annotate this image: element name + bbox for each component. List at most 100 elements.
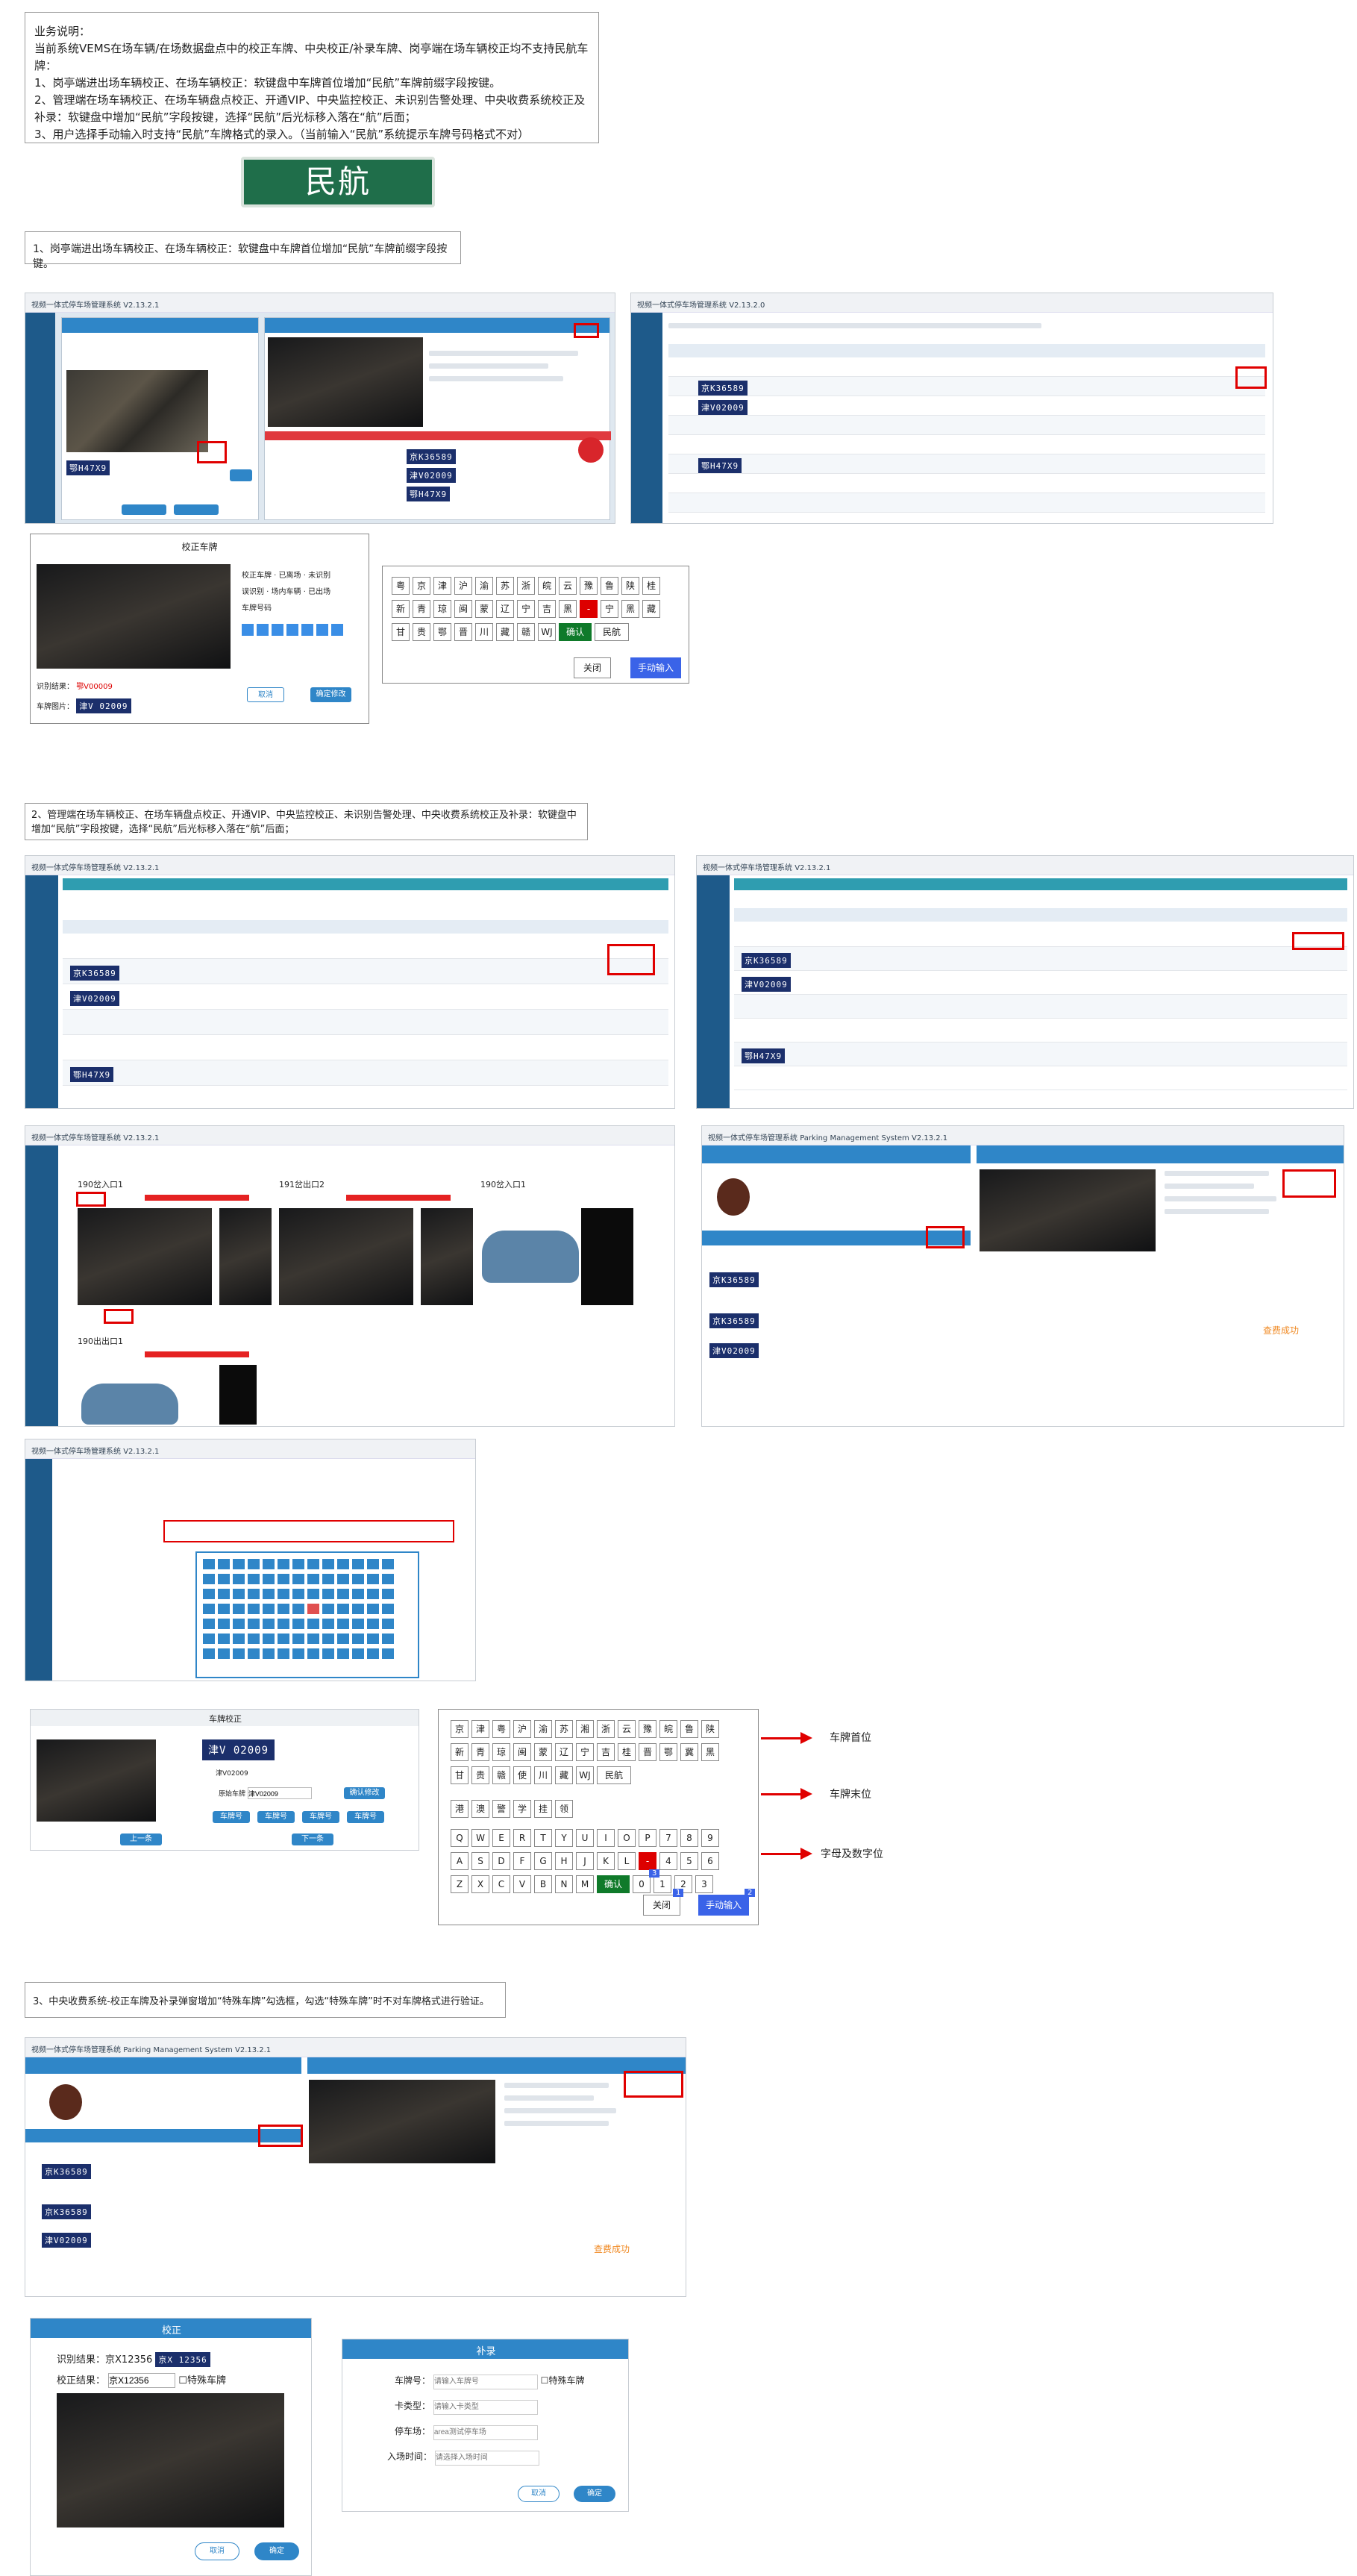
key-button[interactable]: 皖	[659, 1720, 677, 1738]
key-button[interactable]: 浙	[597, 1720, 615, 1738]
card-type-input[interactable]	[433, 2399, 538, 2415]
key-button[interactable]	[218, 1619, 230, 1629]
key-button[interactable]	[233, 1574, 245, 1584]
key-button[interactable]: 苏	[496, 577, 514, 595]
confirm-modify-button[interactable]: 确认修改	[344, 1787, 385, 1799]
key-button[interactable]	[218, 1634, 230, 1644]
action-button[interactable]	[122, 504, 166, 515]
key-button[interactable]	[352, 1604, 364, 1614]
cancel-button[interactable]: 取消	[195, 2542, 239, 2560]
key-button[interactable]	[322, 1648, 334, 1659]
confirm-button[interactable]: 确定修改	[310, 687, 351, 702]
key-button[interactable]: 皖	[538, 577, 556, 595]
key-button[interactable]	[337, 1634, 349, 1644]
action-button[interactable]: 车牌号	[302, 1811, 339, 1823]
key-button[interactable]: 甘	[451, 1766, 468, 1784]
key-button[interactable]	[352, 1559, 364, 1569]
key-button[interactable]	[337, 1619, 349, 1629]
key-button[interactable]	[352, 1648, 364, 1659]
key-button[interactable]	[263, 1619, 275, 1629]
key-button[interactable]	[248, 1589, 260, 1599]
confirm-key[interactable]: 确认	[597, 1875, 630, 1893]
key-button[interactable]	[292, 1589, 304, 1599]
key-button[interactable]	[263, 1634, 275, 1644]
table-row[interactable]	[734, 923, 1347, 947]
table-row[interactable]: 京K36589	[63, 959, 668, 984]
manual-input-button[interactable]: 手动输入	[630, 657, 681, 678]
key-button[interactable]: 吉	[597, 1743, 615, 1761]
key-button[interactable]	[278, 1634, 289, 1644]
key-button[interactable]: 闽	[513, 1743, 531, 1761]
option-radio[interactable]: 误识别	[242, 588, 264, 596]
key-button[interactable]	[203, 1559, 215, 1569]
key-button[interactable]	[352, 1574, 364, 1584]
civil-aviation-key[interactable]: 民航	[597, 1766, 631, 1784]
key-button[interactable]	[367, 1604, 379, 1614]
key-button[interactable]: 津	[433, 577, 451, 595]
manual-input-button[interactable]: 手动输入	[698, 1895, 749, 1916]
key-button[interactable]: 4	[659, 1852, 677, 1870]
key-button[interactable]: -	[639, 1852, 656, 1870]
key-button[interactable]: 浙	[517, 577, 535, 595]
key-button[interactable]	[322, 1619, 334, 1629]
table-row[interactable]: 鄂H47X9	[63, 1060, 668, 1086]
key-button[interactable]	[278, 1574, 289, 1584]
cancel-button[interactable]: 取消	[247, 687, 284, 702]
plate-number-input[interactable]	[433, 2374, 538, 2389]
key-button[interactable]	[382, 1574, 394, 1584]
key-button[interactable]: 贵	[413, 623, 430, 641]
key-button[interactable]	[307, 1648, 319, 1659]
key-button[interactable]: V	[513, 1875, 531, 1893]
key-button[interactable]	[337, 1589, 349, 1599]
key-button[interactable]	[218, 1574, 230, 1584]
key-button[interactable]	[263, 1559, 275, 1569]
key-button[interactable]: 蒙	[534, 1743, 552, 1761]
entry-time-input[interactable]	[434, 2450, 539, 2466]
key-button[interactable]: 黑	[621, 600, 639, 618]
key-button[interactable]: 青	[413, 600, 430, 618]
key-button[interactable]	[233, 1648, 245, 1659]
key-button[interactable]: 渝	[534, 1720, 552, 1738]
key-button[interactable]: 晋	[454, 623, 472, 641]
key-button[interactable]: 湘	[576, 1720, 594, 1738]
key-button[interactable]: 藏	[496, 623, 514, 641]
key-button[interactable]: 学	[513, 1800, 531, 1818]
key-button[interactable]	[263, 1574, 275, 1584]
key-button[interactable]: 港	[451, 1800, 468, 1818]
key-button[interactable]: 挂	[534, 1800, 552, 1818]
key-button[interactable]: 宁	[601, 600, 618, 618]
key-button[interactable]	[367, 1634, 379, 1644]
key-button[interactable]: 甘	[392, 623, 410, 641]
key-button[interactable]	[382, 1559, 394, 1569]
key-button[interactable]: 陕	[701, 1720, 719, 1738]
table-row[interactable]	[63, 1035, 668, 1060]
key-button[interactable]	[382, 1604, 394, 1614]
key-button[interactable]	[352, 1634, 364, 1644]
key-button[interactable]	[322, 1589, 334, 1599]
key-button[interactable]: -	[580, 600, 598, 618]
key-button[interactable]: 粤	[392, 577, 410, 595]
table-row[interactable]: 鄂H47X9	[668, 454, 1265, 474]
key-button[interactable]: 6	[701, 1852, 719, 1870]
key-button[interactable]: 闽	[454, 600, 472, 618]
key-button[interactable]: 9	[701, 1829, 719, 1847]
key-button[interactable]: 桂	[642, 577, 660, 595]
table-row[interactable]: 京K36589	[668, 377, 1265, 396]
table-row[interactable]	[734, 1019, 1347, 1042]
key-button[interactable]: J	[576, 1852, 594, 1870]
key-button[interactable]	[382, 1634, 394, 1644]
key-button[interactable]	[248, 1559, 260, 1569]
key-button[interactable]: A	[451, 1852, 468, 1870]
key-button[interactable]: G	[534, 1852, 552, 1870]
key-button[interactable]	[337, 1559, 349, 1569]
key-button[interactable]	[367, 1648, 379, 1659]
key-button[interactable]: 0	[633, 1875, 651, 1893]
key-button[interactable]: WJ	[538, 623, 556, 641]
option-radio[interactable]: 已出场	[308, 588, 330, 596]
option-radio[interactable]: 未识别	[308, 572, 330, 580]
key-button[interactable]: 鲁	[680, 1720, 698, 1738]
table-row[interactable]	[668, 416, 1265, 435]
special-plate-checkbox[interactable]: ☐	[178, 2375, 187, 2386]
key-button[interactable]: 藏	[642, 600, 660, 618]
key-button[interactable]	[367, 1559, 379, 1569]
